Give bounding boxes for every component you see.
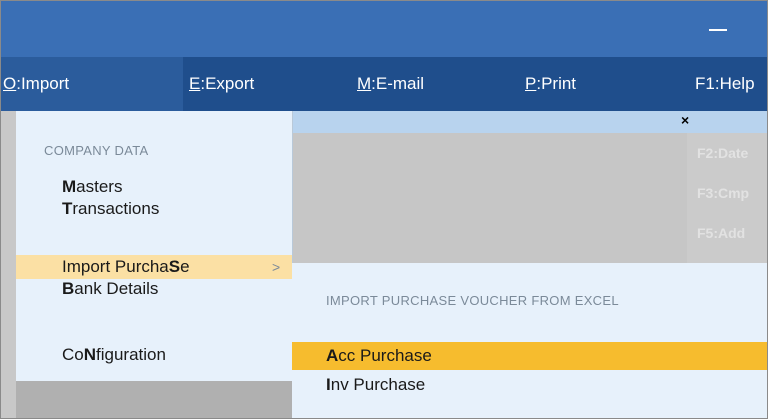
import-purchase-hotkey: S: [168, 257, 181, 276]
configuration-hotkey: N: [83, 345, 97, 364]
content-header-strip: [291, 111, 767, 133]
masters-label: asters: [76, 177, 123, 196]
menu-import-key: O: [3, 74, 17, 93]
configuration-label-end: figuration: [96, 345, 166, 364]
menu-help[interactable]: F1:Help: [695, 57, 755, 111]
ghost-button-company: F3:Cmp: [697, 185, 750, 201]
ghost-button-add: F5:Add: [697, 225, 746, 241]
menu-print-label: :Print: [536, 74, 577, 93]
close-icon[interactable]: ×: [681, 112, 689, 128]
menu-import-label: :Import: [16, 74, 70, 93]
menu-item-inv-purchase[interactable]: Inv Purchase: [292, 371, 767, 399]
background-footer: [16, 381, 292, 418]
menu-print[interactable]: P:Print: [525, 57, 576, 111]
transactions-label: ransactions: [72, 199, 160, 218]
acc-purchase-label: cc Purchase: [338, 346, 432, 365]
transactions-hotkey: T: [62, 199, 73, 218]
import-purchase-label-start: Import Purcha: [62, 257, 169, 276]
inv-purchase-label: nv Purchase: [330, 375, 426, 394]
menu-export[interactable]: E:Export: [189, 57, 254, 111]
masters-hotkey: M: [62, 177, 77, 196]
menu-help-label: :Help: [714, 74, 755, 93]
menu-email-label: :E-mail: [371, 74, 425, 93]
configuration-label-start: Co: [62, 345, 84, 364]
import-purchase-label-end: e: [180, 257, 190, 276]
menu-import[interactable]: O:Import: [1, 57, 183, 111]
section-title-company-data: COMPANY DATA: [44, 143, 149, 158]
menu-print-key: P: [525, 74, 537, 93]
ghost-button-date: F2:Date: [697, 145, 749, 161]
menu-bar: O:Import E:Export M:E-mail P:Print F1:He…: [1, 57, 767, 111]
minimize-button[interactable]: [709, 29, 727, 31]
menu-item-bank-details[interactable]: Bank Details: [16, 277, 292, 301]
menu-email-key: M: [357, 74, 372, 93]
menu-item-transactions[interactable]: Transactions: [16, 197, 292, 221]
import-dropdown-menu: COMPANY DATA Masters Transactions Import…: [16, 111, 293, 381]
section-title-import-purchase-voucher: IMPORT PURCHASE VOUCHER FROM EXCEL: [326, 293, 619, 308]
menu-export-key: E: [189, 74, 201, 93]
menu-item-masters[interactable]: Masters: [16, 175, 292, 199]
background-button-panel: F2:Date F3:Cmp F5:Add: [687, 133, 767, 263]
menu-item-acc-purchase[interactable]: Acc Purchase: [292, 342, 767, 370]
import-purchase-submenu: IMPORT PURCHASE VOUCHER FROM EXCEL Acc P…: [292, 263, 767, 418]
acc-purchase-hotkey: A: [326, 346, 339, 365]
menu-email[interactable]: M:E-mail: [357, 57, 424, 111]
bank-details-hotkey: B: [62, 279, 75, 298]
menu-item-configuration[interactable]: CoNfiguration: [16, 343, 292, 367]
title-bar: [1, 1, 767, 57]
chevron-right-icon: >: [272, 259, 281, 275]
menu-item-import-purchase[interactable]: Import PurchaSe >: [16, 255, 292, 279]
menu-export-label: :Export: [200, 74, 255, 93]
bank-details-label: ank Details: [74, 279, 159, 298]
menu-help-key: F1: [695, 74, 715, 93]
app-window: O:Import E:Export M:E-mail P:Print F1:He…: [0, 0, 768, 419]
